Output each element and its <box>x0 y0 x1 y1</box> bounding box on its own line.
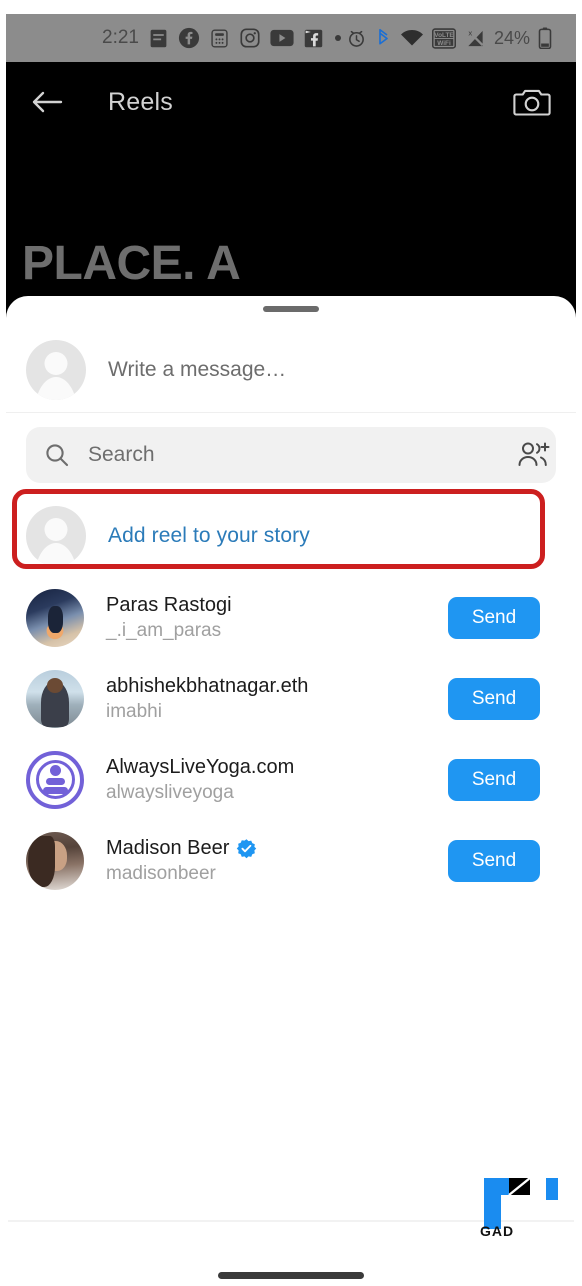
reels-top-bar: Reels <box>6 70 576 134</box>
contact-username: alwaysliveyoga <box>106 781 234 803</box>
battery-icon <box>538 27 552 49</box>
verified-icon <box>237 838 257 858</box>
contact-name: abhishekbhatnagar.eth <box>106 674 309 697</box>
search-input[interactable]: Search <box>26 427 556 483</box>
avatar <box>26 588 84 647</box>
add-reel-to-story-label: Add reel to your story <box>108 524 310 547</box>
contact-meta: Madison Beer madisonbeer <box>106 837 257 885</box>
back-button[interactable] <box>24 79 70 125</box>
calculator-icon <box>211 28 228 48</box>
search-icon <box>46 444 69 467</box>
add-story-row-wrapper: Add reel to your story <box>6 489 576 577</box>
write-message-row[interactable]: Write a message… <box>6 328 576 412</box>
frame-right-edge <box>576 0 582 1286</box>
arrow-left-icon <box>32 91 63 113</box>
contact-row[interactable]: abhishekbhatnagar.eth imabhi Send <box>6 658 576 739</box>
contact-meta: Paras Rastogi _.i_am_paras <box>106 594 232 642</box>
camera-button[interactable] <box>510 80 554 124</box>
svg-text:VoLTE: VoLTE <box>434 32 454 39</box>
contact-row[interactable]: AlwaysLiveYoga.com alwaysliveyoga Send <box>6 739 576 820</box>
send-button[interactable]: Send <box>448 596 540 639</box>
send-button[interactable]: Send <box>448 839 540 882</box>
facebook-gaming-icon <box>304 29 323 47</box>
add-reel-to-story-row[interactable]: Add reel to your story <box>6 495 576 577</box>
default-avatar-icon <box>26 340 86 400</box>
battery-percent-label: 24% <box>493 27 530 48</box>
facebook-icon <box>178 27 200 49</box>
contact-username: imabhi <box>106 700 162 722</box>
frame-left-edge <box>0 0 6 1286</box>
phone-screen: 2:21 VoLTE WiFi x 24% Reels PLACE. A Wri… <box>0 0 582 1286</box>
message-input-placeholder[interactable]: Write a message… <box>108 358 286 382</box>
contact-username: madisonbeer <box>106 862 216 884</box>
signal-off-icon: x <box>467 28 484 46</box>
status-bar: 2:21 VoLTE WiFi x 24% <box>6 14 576 62</box>
avatar <box>26 831 84 890</box>
overflow-dot-icon <box>334 35 341 41</box>
search-row: Search <box>6 413 576 497</box>
status-bar-right-group: VoLTE WiFi x 24% <box>346 27 552 49</box>
contact-row[interactable]: Madison Beer madisonbeer Send <box>6 820 576 901</box>
notes-icon <box>150 29 167 47</box>
frame-bottom-edge <box>0 1280 582 1286</box>
contact-meta: AlwaysLiveYoga.com alwaysliveyoga <box>106 756 294 804</box>
contact-name: AlwaysLiveYoga.com <box>106 755 295 778</box>
wifi-icon <box>400 30 423 46</box>
avatar <box>26 750 84 809</box>
contact-name: Paras Rastogi <box>106 593 232 616</box>
youtube-icon <box>270 29 294 47</box>
bluetooth-icon <box>379 28 388 45</box>
contact-row[interactable]: Paras Rastogi _.i_am_paras Send <box>6 577 576 658</box>
verified-badge <box>236 838 257 859</box>
instagram-icon <box>240 28 260 48</box>
alarm-icon <box>349 30 364 47</box>
page-title: Reels <box>108 87 173 116</box>
status-bar-clock: 2:21 <box>102 27 139 48</box>
reel-caption-text: PLACE. A <box>22 237 241 290</box>
avatar <box>26 669 84 728</box>
svg-text:x: x <box>468 28 472 37</box>
contact-name-text: Madison Beer <box>106 836 230 859</box>
svg-text:WiFi: WiFi <box>437 40 451 47</box>
watermark-label: GAD <box>480 1223 515 1239</box>
camera-icon <box>513 89 551 116</box>
home-gesture-bar[interactable] <box>218 1272 364 1279</box>
volte-wifi-icon: VoLTE WiFi <box>431 27 456 49</box>
status-bar-left-group: 2:21 <box>102 27 343 49</box>
contact-username: _.i_am_paras <box>106 619 222 641</box>
sheet-drag-handle[interactable] <box>263 306 319 312</box>
yoga-logo-icon <box>35 760 75 799</box>
add-people-icon <box>518 442 550 466</box>
search-placeholder: Search <box>88 443 155 466</box>
default-avatar-icon <box>26 506 86 566</box>
contact-name: Madison Beer <box>106 837 257 860</box>
send-button[interactable]: Send <box>448 758 540 801</box>
contact-meta: abhishekbhatnagar.eth imabhi <box>106 675 308 723</box>
share-sheet: Write a message… Search Add reel to your… <box>6 296 576 1280</box>
frame-top-edge <box>0 0 582 14</box>
add-people-button[interactable] <box>514 435 554 475</box>
send-button[interactable]: Send <box>448 677 540 720</box>
